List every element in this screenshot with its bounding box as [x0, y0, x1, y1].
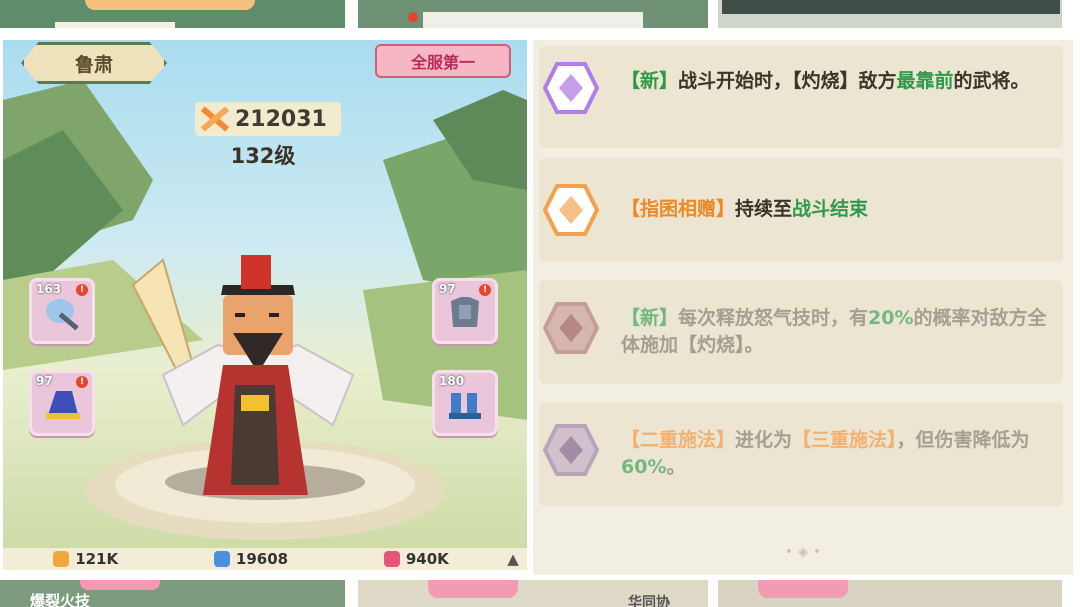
- hero-panel: 鲁肃 全服第一 212031 132级 163 ! 97 ! 97 ! 180 …: [3, 40, 527, 570]
- skill-text-segment: 60%: [621, 456, 667, 478]
- skill-text-segment: 【新】: [621, 307, 679, 329]
- stat-defense: 19608: [168, 550, 333, 568]
- bottom-card-middle-badge: [428, 580, 518, 598]
- top-card-left-plate: [55, 22, 175, 28]
- top-card-left-banner: [85, 0, 255, 10]
- alert-dot-icon: [408, 12, 418, 22]
- top-card-left: [0, 0, 345, 28]
- attack-stat-icon: [53, 551, 70, 567]
- crossed-swords-icon: [200, 106, 230, 132]
- skill-card-2[interactable]: 【指囷相赠】持续至战斗结束: [539, 158, 1063, 262]
- stat-health-value: 940K: [405, 550, 449, 568]
- top-card-middle: [358, 0, 708, 28]
- sword-icon: [46, 299, 79, 331]
- ornament-divider-icon: • ◈ •: [784, 544, 822, 560]
- hero-character[interactable]: [123, 255, 393, 505]
- skill-desc: 【二重施法】进化为【三重施法】，但伤害降低为 60%。: [621, 427, 1051, 481]
- skill-text-segment: 。: [666, 456, 686, 478]
- stat-attack-value: 121K: [75, 550, 119, 568]
- bottom-card-left: 爆裂火技: [0, 580, 345, 607]
- hero-stats-bar: 121K 19608 940K ▲: [3, 548, 527, 570]
- violet-diamond-icon: [543, 424, 599, 476]
- orange-diamond-icon: [543, 184, 599, 236]
- boots-icon: [449, 393, 481, 419]
- purple-diamond-icon: [543, 62, 599, 114]
- skill-desc: 【新】每次释放怒气技时，有20%的概率对敌方全体施加【灼烧】。: [621, 305, 1051, 359]
- hero-level: 132级: [230, 144, 296, 168]
- skill-text-segment: 进化为: [735, 429, 793, 451]
- bottom-card-middle-label: 华同协: [628, 595, 670, 607]
- skill-text-segment: 20%: [868, 307, 914, 329]
- skill-text-segment: 【三重施法】: [792, 429, 897, 451]
- hero-name-tag: 鲁肃: [21, 42, 167, 84]
- bottom-card-middle: 华同协: [358, 580, 708, 607]
- bottom-card-left-badge: [80, 580, 160, 590]
- top-card-right: [718, 0, 1062, 28]
- top-card-right-bar: [722, 0, 1060, 14]
- skill-text-segment: 【新】: [621, 70, 679, 92]
- defense-stat-icon: [213, 551, 230, 567]
- server-rank-badge[interactable]: 全服第一: [375, 44, 511, 78]
- skill-text-segment: 【指囷相赠】: [621, 198, 736, 220]
- equipment-slot-weapon[interactable]: 163 !: [29, 278, 95, 344]
- skill-text-segment: ，但伤害降低为: [896, 429, 1030, 451]
- armor-icon: [451, 297, 479, 327]
- skill-card-4[interactable]: 【二重施法】进化为【三重施法】，但伤害降低为 60%。: [539, 402, 1063, 506]
- skill-text-segment: 持续至: [735, 198, 793, 220]
- top-strip: [0, 0, 1080, 28]
- info-icon[interactable]: ▲: [499, 550, 527, 568]
- health-stat-icon: [383, 551, 400, 567]
- stat-health: 940K: [334, 550, 499, 568]
- red-diamond-icon: [543, 302, 599, 354]
- skill-text-segment: 【二重施法】: [621, 429, 736, 451]
- skill-text-segment: 战斗结束: [792, 198, 869, 220]
- hat-icon: [46, 391, 80, 419]
- skill-text-segment: 每次释放怒气技时，有: [678, 307, 869, 329]
- skill-card-3[interactable]: 【新】每次释放怒气技时，有20%的概率对敌方全体施加【灼烧】。: [539, 280, 1063, 384]
- equipment-slot-boots[interactable]: 180: [432, 370, 498, 436]
- stat-defense-value: 19608: [235, 550, 289, 568]
- combat-power: 212031: [195, 102, 341, 136]
- skill-card-1[interactable]: 【新】战斗开始时，【灼烧】敌方最靠前的武将。: [539, 46, 1063, 148]
- top-card-middle-tabs: [423, 12, 643, 28]
- skill-desc: 【新】战斗开始时，【灼烧】敌方最靠前的武将。: [621, 68, 1051, 95]
- skill-text-segment: 战斗开始时，【灼烧】敌方: [678, 70, 897, 92]
- equipment-slot-armor[interactable]: 97 !: [432, 278, 498, 344]
- bottom-strip: 爆裂火技 华同协: [0, 580, 1080, 607]
- skill-panel: 【新】战斗开始时，【灼烧】敌方最靠前的武将。 【指囷相赠】持续至战斗结束 【新】…: [533, 40, 1073, 575]
- skill-text-segment: 最靠前: [896, 70, 954, 92]
- bottom-card-right-badge: [758, 580, 848, 598]
- equipment-slot-hat[interactable]: 97 !: [29, 370, 95, 436]
- bottom-card-left-label: 爆裂火技: [30, 592, 91, 607]
- skill-desc: 【指囷相赠】持续至战斗结束: [621, 196, 1051, 223]
- skill-text-segment: 的武将。: [953, 70, 1030, 92]
- stat-attack: 121K: [3, 550, 168, 568]
- bottom-card-right: [718, 580, 1062, 607]
- combat-power-value: 212031: [235, 106, 327, 132]
